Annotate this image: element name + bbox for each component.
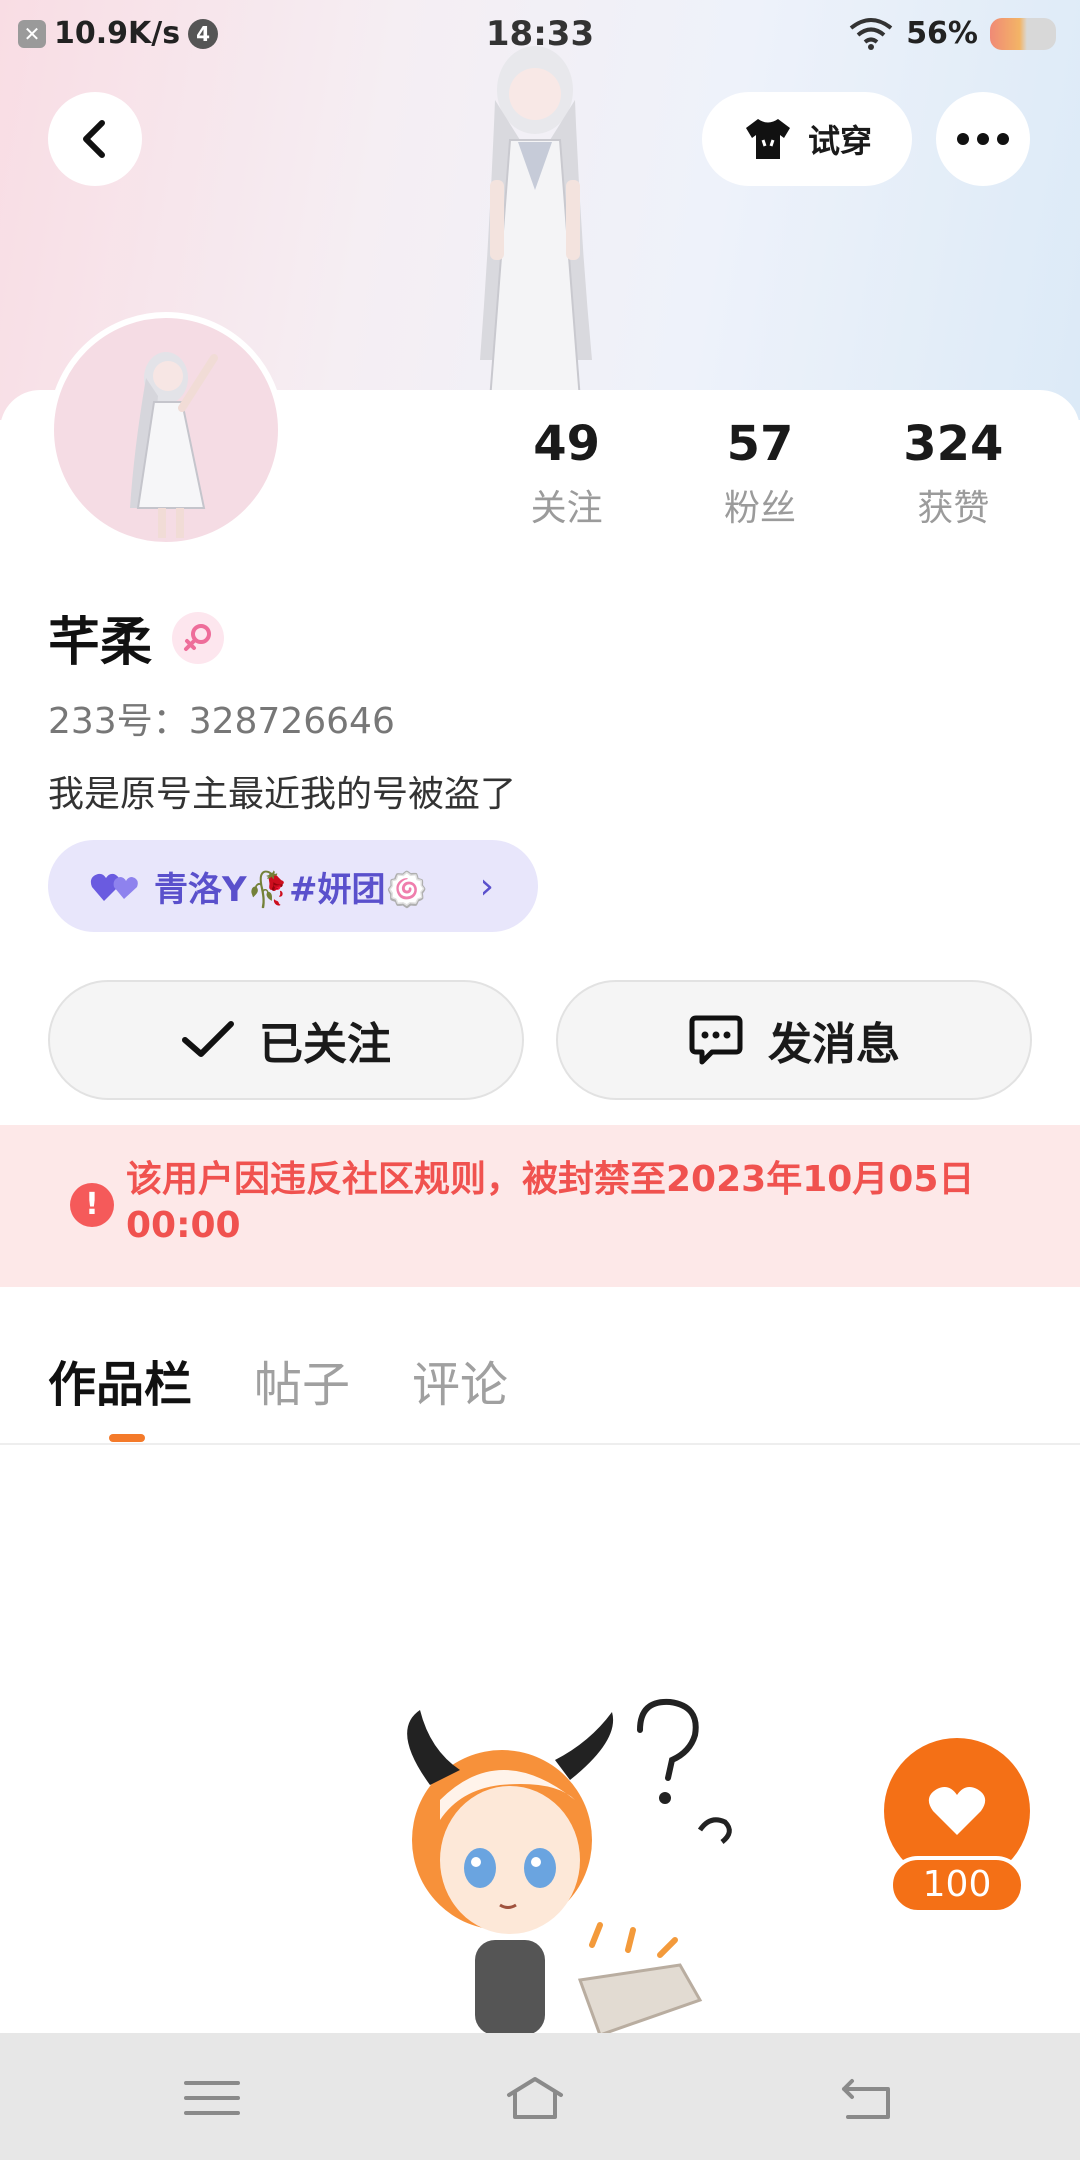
profile-bio: 我是原号主最近我的号被盗了	[48, 774, 517, 815]
tab-works[interactable]: 作品栏	[48, 1345, 192, 1415]
tabs-divider	[0, 1443, 1080, 1445]
stat-likes[interactable]: 324 获赞	[857, 418, 1050, 531]
stat-label: 粉丝	[723, 487, 796, 529]
back-arrow-icon[interactable]	[838, 2073, 898, 2123]
heart-icon	[928, 1787, 986, 1835]
like-count: 100	[889, 1856, 1025, 1914]
stat-value: 57	[726, 416, 794, 472]
more-dots-icon	[957, 133, 1009, 145]
try-on-label: 试穿	[807, 122, 872, 160]
home-icon[interactable]	[505, 2073, 565, 2123]
stat-followers[interactable]: 57 粉丝	[663, 418, 856, 531]
avatar[interactable]	[48, 312, 284, 548]
stat-label: 获赞	[917, 487, 990, 529]
stat-following[interactable]: 49 关注	[470, 418, 663, 531]
chat-bubble-icon	[689, 1015, 743, 1065]
avatar-figure	[130, 352, 218, 538]
battery-icon	[990, 17, 1056, 50]
send-message-label: 发消息	[768, 1019, 900, 1070]
chevron-right-icon: ›	[479, 865, 494, 907]
system-nav-bar	[0, 2033, 1080, 2160]
avatar-3d-figure	[480, 46, 592, 401]
tshirt-icon	[745, 119, 790, 159]
status-right: 56%	[848, 16, 1056, 51]
warning-icon: !	[70, 1183, 114, 1227]
checkmark-icon	[182, 1021, 234, 1057]
followed-label: 已关注	[259, 1019, 391, 1070]
active-tab-indicator	[109, 1434, 145, 1442]
stat-value: 49	[533, 416, 601, 472]
tab-comments[interactable]: 评论	[412, 1345, 508, 1415]
name-row: 芊柔	[48, 600, 225, 675]
empty-state-mascot-illustration	[407, 1698, 732, 2035]
user-id: 233号：328726646	[48, 701, 395, 742]
group-label: 青洛Y🥀#妍团🍥	[154, 869, 428, 910]
tab-posts[interactable]: 帖子	[254, 1345, 350, 1415]
stat-value: 324	[903, 416, 1004, 472]
stat-label: 关注	[530, 487, 603, 529]
group-chip[interactable]: 青洛Y🥀#妍团🍥 ›	[48, 840, 538, 932]
back-button[interactable]	[48, 92, 142, 186]
try-on-button[interactable]: 试穿	[702, 92, 912, 186]
battery-percent: 56%	[906, 16, 978, 51]
status-bar: ✕ 10.9K/s 4 18:33 56%	[0, 0, 1080, 74]
wifi-icon	[849, 17, 893, 50]
double-heart-icon	[90, 873, 138, 901]
ban-notice-banner: ! 该用户因违反社区规则，被封禁至2023年10月05日 00:00	[0, 1125, 1080, 1287]
menu-icon[interactable]	[182, 2073, 242, 2123]
profile-name: 芊柔	[48, 613, 153, 673]
content-tabs: 作品栏 帖子 评论	[48, 1345, 508, 1415]
more-options-button[interactable]	[936, 92, 1030, 186]
chevron-left-icon	[83, 120, 105, 158]
followed-button[interactable]: 已关注	[48, 980, 524, 1100]
profile-stats: 49 关注 57 粉丝 324 获赞	[470, 418, 1050, 531]
female-gender-icon	[172, 611, 225, 664]
ban-notice-text: 该用户因违反社区规则，被封禁至2023年10月05日 00:00	[126, 1159, 975, 1246]
send-message-button[interactable]: 发消息	[556, 980, 1032, 1100]
